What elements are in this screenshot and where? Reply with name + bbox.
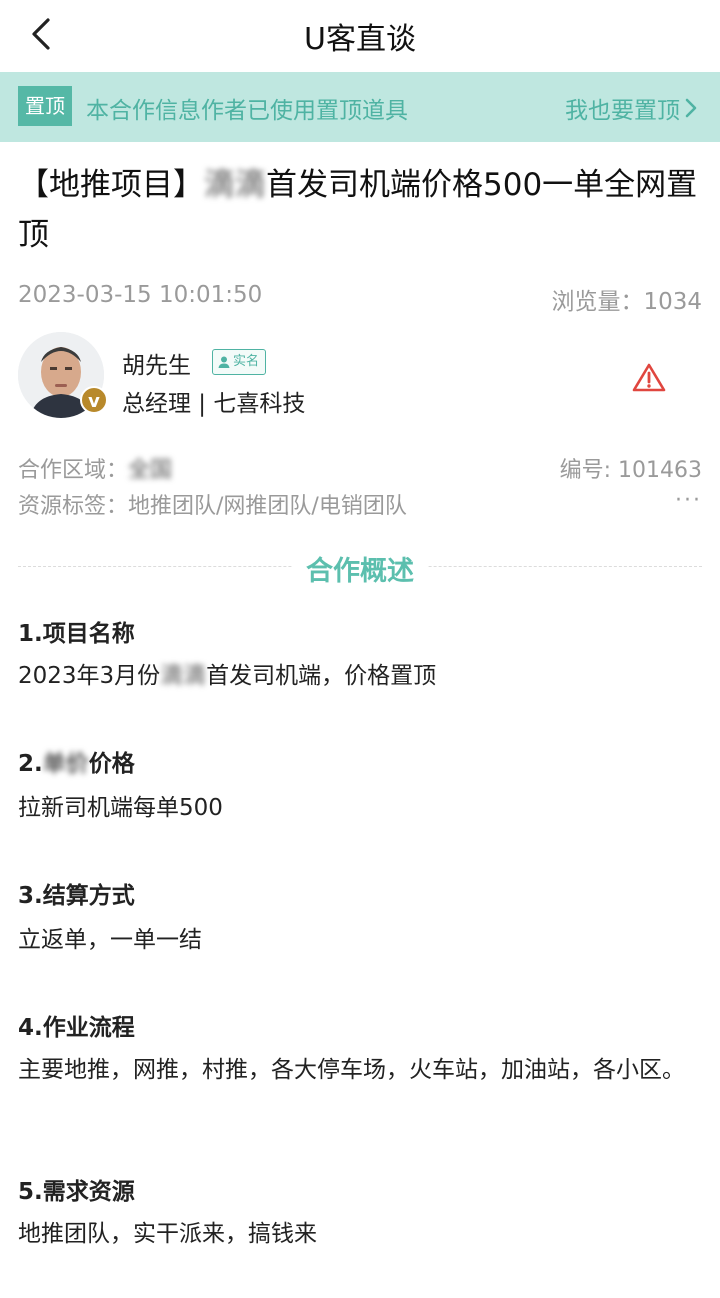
section-body-text: 首发司机端，价格置顶 — [206, 663, 437, 689]
overview-title-text: 合作概述 — [292, 556, 428, 587]
section-heading: 3.结算方式 — [18, 883, 135, 909]
section-heading: 5.需求资源 — [18, 1179, 135, 1205]
section-heading: 4.作业流程 — [18, 1015, 135, 1041]
pin-cta-label: 我也要置顶 — [565, 98, 680, 124]
section-heading-redacted: 单价 — [42, 751, 89, 777]
person-icon — [218, 356, 230, 368]
verified-badge: 实名 — [212, 349, 267, 375]
view-count: 浏览量：1034 — [551, 289, 702, 315]
section-heading: 2.单价价格 — [18, 744, 135, 778]
section-body-text: 2023年3月份 — [18, 663, 161, 689]
section-body: 地推团队，实干派来，搞钱来 — [18, 1221, 317, 1247]
verified-label: 实名 — [233, 354, 260, 369]
post-title-prefix: 【地推项目】 — [18, 167, 204, 203]
section-body: 主要地推，网推，村推，各大停车场，火车站，加油站，各小区。 — [18, 1057, 685, 1083]
post-number: 编号: 101463 — [559, 458, 702, 483]
tags-row: 资源标签：地推团队/网推团队/电销团队 ··· — [18, 488, 702, 520]
pin-banner: 置顶 本合作信息作者已使用置顶道具 我也要置顶 — [0, 72, 720, 142]
overview-title: 合作概述 — [0, 549, 720, 588]
region-field: 合作区域：全国 — [18, 452, 172, 484]
author-name: 胡先生 — [122, 353, 191, 379]
section-body: 2023年3月份滴滴首发司机端，价格置顶 — [18, 658, 702, 694]
report-button[interactable] — [632, 362, 666, 396]
post-meta: 2023-03-15 10:01:50 浏览量：1034 — [18, 282, 702, 315]
warning-triangle-icon — [632, 363, 666, 392]
more-button[interactable]: ··· — [675, 488, 702, 513]
section-body: 拉新司机端每单500 — [18, 795, 223, 821]
post-title-redacted: 滴滴 — [204, 167, 266, 203]
pin-message: 本合作信息作者已使用置顶道具 — [86, 98, 408, 124]
author-card: v 胡先生 实名 总经理 | 七喜科技 — [18, 332, 702, 422]
pin-tag: 置顶 — [18, 86, 72, 126]
tags-label: 资源标签： — [18, 494, 129, 519]
section-heading: 1.项目名称 — [18, 621, 135, 647]
vip-badge: v — [80, 386, 108, 414]
tags-field: 资源标签：地推团队/网推团队/电销团队 — [18, 488, 407, 520]
tags-value: 地推团队/网推团队/电销团队 — [128, 494, 407, 519]
region-value-redacted: 全国 — [128, 458, 173, 483]
region-row: 合作区域：全国 编号: 101463 — [18, 452, 702, 484]
section-heading-text: 价格 — [88, 751, 135, 777]
page-title: U客直谈 — [304, 22, 416, 57]
top-nav: U客直谈 — [0, 0, 720, 72]
chevron-right-icon — [685, 98, 697, 118]
section-body: 立返单，一单一结 — [18, 927, 202, 953]
author-role: 总经理 | 七喜科技 — [122, 391, 306, 417]
pin-cta-button[interactable]: 我也要置顶 — [565, 91, 698, 125]
section-heading-text: 2. — [18, 751, 43, 777]
post-date: 2023-03-15 10:01:50 — [18, 282, 263, 308]
post-title: 【地推项目】滴滴首发司机端价格500一单全网置顶 — [18, 160, 702, 260]
section-body-redacted: 滴滴 — [160, 663, 207, 689]
region-label: 合作区域： — [18, 458, 129, 483]
